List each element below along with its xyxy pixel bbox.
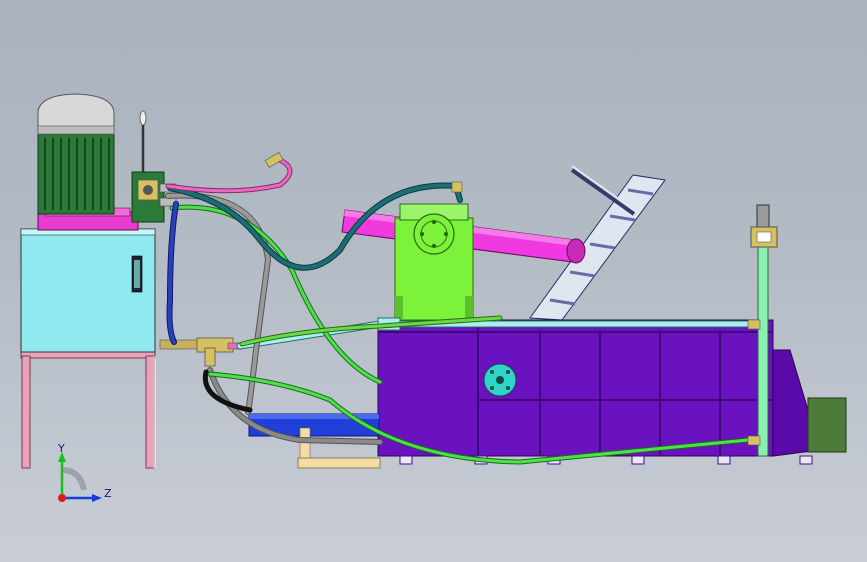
oil-tank [20, 228, 156, 353]
cad-viewport[interactable]: Y Z [0, 0, 867, 562]
base-plate [297, 457, 381, 469]
cylinder-upright [394, 203, 474, 321]
tank-stand [20, 349, 156, 469]
port-flange [483, 363, 517, 397]
z-arrow-icon [92, 494, 102, 502]
valve-lever [139, 110, 147, 172]
y-axis-label: Y [57, 442, 65, 455]
axis-triad: Y Z [57, 442, 112, 502]
origin-icon [58, 494, 66, 502]
z-axis-label: Z [104, 487, 112, 500]
control-box [807, 397, 847, 453]
hydraulic-station [20, 93, 243, 469]
baler-assembly-drawing: Y Z [20, 93, 847, 502]
electric-motor [37, 93, 139, 231]
